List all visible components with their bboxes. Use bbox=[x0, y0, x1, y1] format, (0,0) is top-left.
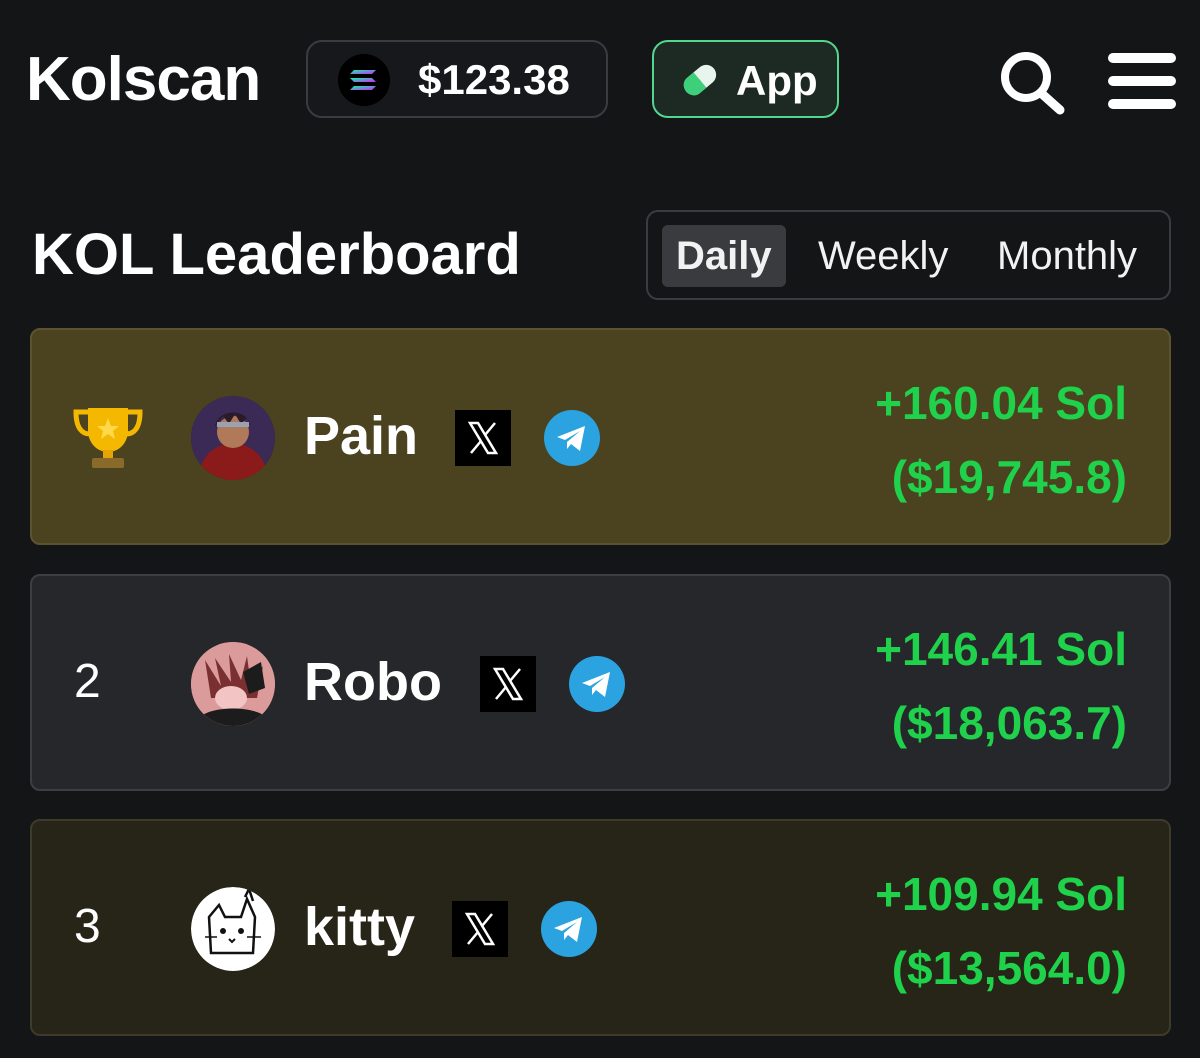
telegram-icon[interactable] bbox=[541, 901, 597, 957]
search-icon[interactable] bbox=[996, 48, 1068, 116]
usd-profit: ($13,564.0) bbox=[891, 942, 1127, 994]
avatar[interactable] bbox=[191, 642, 275, 726]
trophy-icon bbox=[70, 400, 146, 476]
solana-logo-icon bbox=[338, 54, 390, 106]
pill-icon bbox=[678, 60, 722, 100]
avatar[interactable] bbox=[191, 887, 275, 971]
x-icon[interactable] bbox=[455, 410, 511, 466]
telegram-icon[interactable] bbox=[544, 410, 600, 466]
page-title: KOL Leaderboard bbox=[32, 222, 521, 287]
top-header: Kolscan $123.38 App bbox=[0, 0, 1200, 160]
tab-daily[interactable]: Daily bbox=[662, 225, 786, 287]
avatar[interactable] bbox=[191, 396, 275, 480]
sol-profit: +146.41 Sol bbox=[875, 623, 1127, 675]
tab-monthly[interactable]: Monthly bbox=[997, 225, 1137, 287]
tab-weekly[interactable]: Weekly bbox=[818, 225, 948, 287]
kol-name[interactable]: Pain bbox=[304, 402, 418, 470]
kol-name[interactable]: kitty bbox=[304, 893, 415, 961]
site-logo[interactable]: Kolscan bbox=[26, 44, 261, 116]
sol-price-pill[interactable]: $123.38 bbox=[306, 40, 608, 118]
sol-profit: +109.94 Sol bbox=[875, 868, 1127, 920]
kol-name[interactable]: Robo bbox=[304, 648, 442, 716]
usd-profit: ($19,745.8) bbox=[891, 451, 1127, 503]
x-icon[interactable] bbox=[452, 901, 508, 957]
leaderboard-row[interactable]: 2 Robo +146.41 Sol ($18,063.7) bbox=[30, 574, 1171, 791]
x-icon[interactable] bbox=[480, 656, 536, 712]
app-button[interactable]: App bbox=[652, 40, 839, 118]
telegram-icon[interactable] bbox=[569, 656, 625, 712]
leaderboard-row[interactable]: Pain +160.04 Sol ($19,745.8) bbox=[30, 328, 1171, 545]
menu-icon[interactable] bbox=[1106, 50, 1178, 112]
sol-profit: +160.04 Sol bbox=[875, 377, 1127, 429]
sol-price-value: $123.38 bbox=[418, 56, 570, 103]
rank-number: 3 bbox=[74, 900, 101, 953]
leaderboard-row[interactable]: 3 kitty +109.94 Sol ($13,564.0) bbox=[30, 819, 1171, 1036]
usd-profit: ($18,063.7) bbox=[891, 697, 1127, 749]
period-tabs: Daily Weekly Monthly bbox=[646, 210, 1171, 300]
app-button-label: App bbox=[736, 57, 818, 104]
rank-number: 2 bbox=[74, 655, 101, 708]
